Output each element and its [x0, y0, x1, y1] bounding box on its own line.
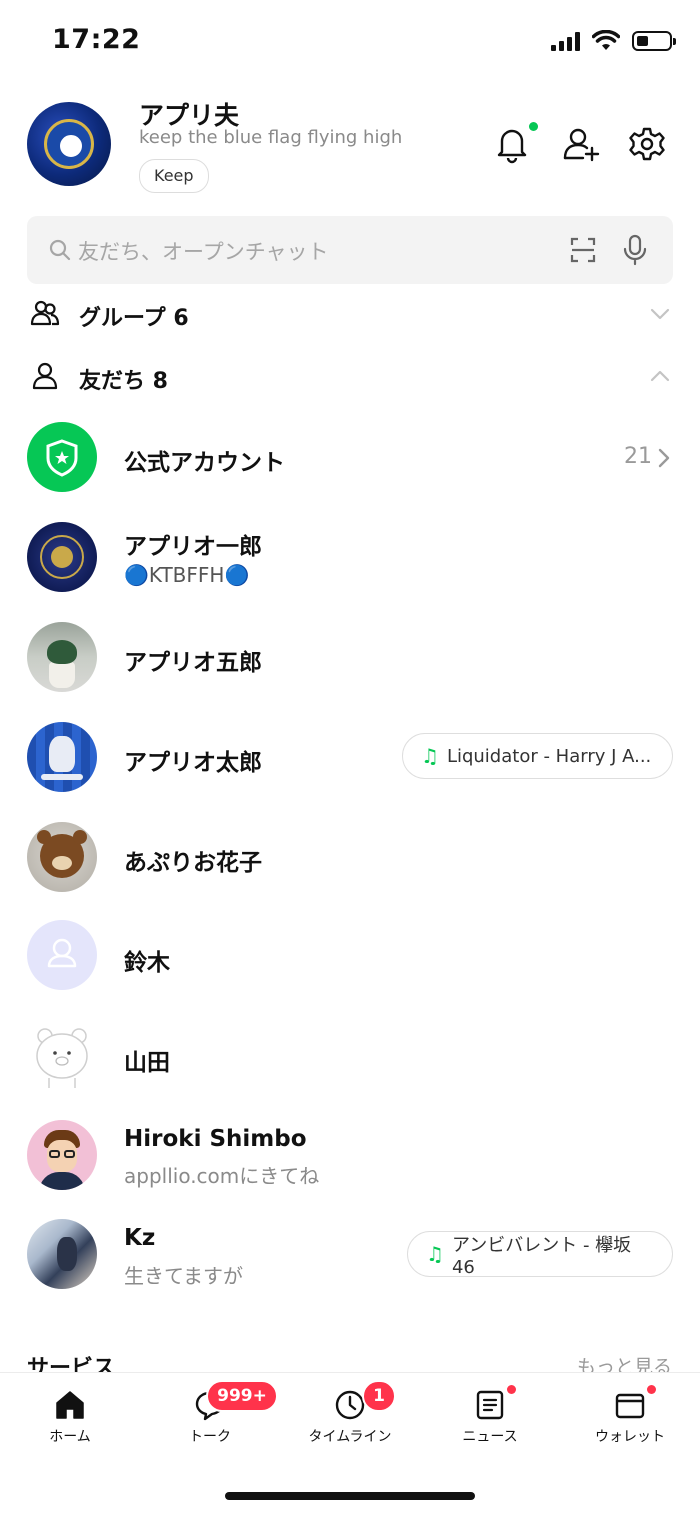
chevron-up-icon[interactable]: [649, 365, 671, 387]
tab-label: トーク: [189, 1429, 231, 1445]
chevron-right-icon[interactable]: [656, 447, 672, 469]
friend-status: 🔵KTBFFH🔵: [124, 563, 250, 587]
friend-avatar[interactable]: [27, 722, 97, 792]
bear-icon: [36, 1028, 88, 1088]
group-icon: [30, 300, 60, 326]
music-chip[interactable]: ♫ アンビバレント - 欅坂46: [407, 1231, 673, 1278]
shield-star-icon: [46, 439, 78, 477]
friend-avatar[interactable]: [27, 1022, 97, 1092]
news-notification-dot: [507, 1385, 516, 1394]
qr-scan-icon[interactable]: [569, 236, 597, 264]
friend-avatar[interactable]: [27, 1120, 97, 1190]
music-note-icon: ♫: [421, 744, 439, 768]
friend-avatar[interactable]: [27, 822, 97, 892]
friend-status: 生きてますが: [124, 1264, 243, 1288]
friend-icon: [32, 362, 58, 390]
add-friend-icon[interactable]: [561, 124, 601, 164]
keep-button[interactable]: Keep: [139, 159, 209, 193]
friend-name[interactable]: 山田: [124, 1043, 170, 1077]
profile-status-message: keep the blue flag flying high: [139, 127, 403, 148]
profile-avatar[interactable]: [27, 102, 111, 186]
wallet-icon: [615, 1393, 645, 1419]
notification-dot: [529, 122, 538, 131]
friend-avatar[interactable]: [27, 522, 97, 592]
friend-avatar[interactable]: [27, 622, 97, 692]
tab-label: ホーム: [49, 1429, 91, 1445]
friend-name[interactable]: あぷりお花子: [124, 843, 262, 877]
friend-name[interactable]: 鈴木: [124, 943, 170, 977]
friend-avatar[interactable]: [27, 920, 97, 990]
tab-home[interactable]: ホーム: [10, 1378, 130, 1446]
news-icon: [476, 1390, 504, 1420]
friend-name[interactable]: Hiroki Shimbo: [124, 1126, 307, 1152]
friend-avatar[interactable]: [27, 1219, 97, 1289]
home-icon: [56, 1391, 84, 1419]
friend-name[interactable]: アプリオ一郎: [124, 527, 262, 561]
wifi-icon: [592, 30, 620, 50]
official-account-avatar[interactable]: [27, 422, 97, 492]
search-icon: [49, 239, 71, 261]
friend-name[interactable]: アプリオ太郎: [124, 743, 262, 777]
settings-gear-icon[interactable]: [627, 124, 667, 164]
tab-label: ニュース: [462, 1429, 518, 1445]
section-friends-label[interactable]: 友だち 8: [79, 363, 168, 395]
music-title: アンビバレント - 欅坂46: [451, 1234, 632, 1278]
timeline-unread-badge: 1: [362, 1380, 396, 1412]
friend-name[interactable]: アプリオ五郎: [124, 643, 262, 677]
tab-label: タイムライン: [308, 1429, 392, 1445]
music-note-icon: ♫: [426, 1242, 444, 1266]
section-groups-label[interactable]: グループ 6: [79, 300, 189, 332]
friend-name[interactable]: Kz: [124, 1225, 155, 1251]
talk-unread-badge: 999+: [206, 1380, 278, 1412]
cellular-signal-icon: [551, 31, 580, 51]
search-input[interactable]: 友だち、オープンチャット: [78, 236, 329, 266]
music-chip[interactable]: ♫ Liquidator - Harry J A...: [402, 733, 673, 779]
music-title: Liquidator - Harry J A...: [446, 745, 652, 767]
home-indicator: [225, 1492, 475, 1500]
tab-label: ウォレット: [595, 1429, 665, 1445]
wallet-notification-dot: [647, 1385, 656, 1394]
official-account-label[interactable]: 公式アカウント: [124, 443, 285, 477]
status-time: 17:22: [52, 24, 141, 55]
official-account-count: 21: [624, 444, 652, 469]
tab-news[interactable]: ニュース: [430, 1378, 550, 1446]
microphone-icon[interactable]: [622, 234, 648, 266]
bell-icon[interactable]: [492, 124, 532, 164]
battery-icon: [632, 31, 676, 51]
chevron-down-icon[interactable]: [649, 303, 671, 325]
friend-status: appllio.comにきてね: [124, 1164, 320, 1188]
status-icons: [551, 30, 676, 51]
default-user-icon: [47, 938, 77, 968]
chelsea-crest-icon: [44, 119, 94, 169]
tab-wallet[interactable]: ウォレット: [570, 1378, 690, 1446]
